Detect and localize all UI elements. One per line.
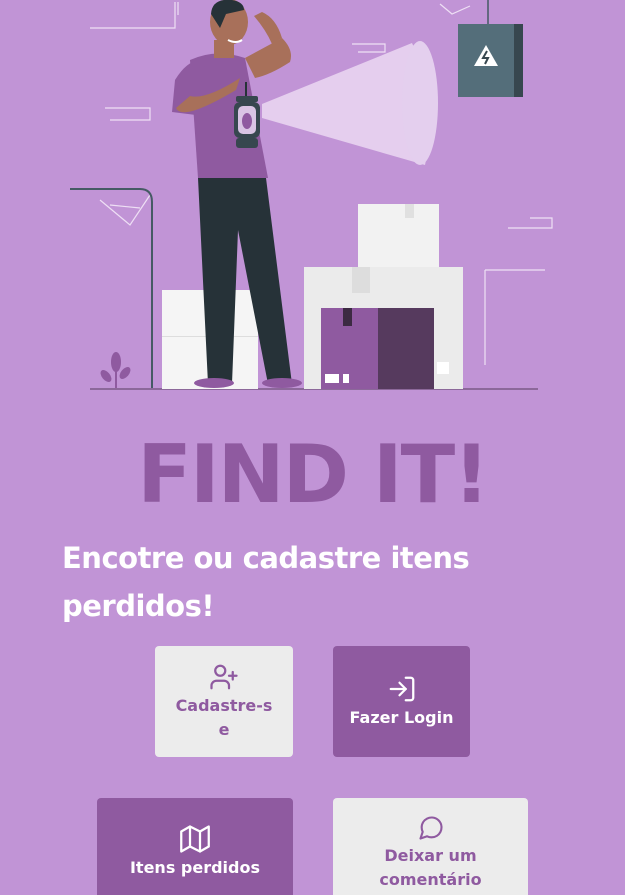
message-circle-icon bbox=[418, 816, 443, 840]
signup-label: Cadastre-se bbox=[175, 695, 273, 739]
app-title: FIND IT! bbox=[137, 428, 489, 521]
login-label: Fazer Login bbox=[349, 707, 454, 727]
tagline: Encotre ou cadastre itens perdidos! bbox=[62, 541, 470, 623]
signup-button[interactable]: Cadastre-se bbox=[155, 646, 293, 757]
map-icon bbox=[180, 825, 210, 853]
login-button[interactable]: Fazer Login bbox=[333, 646, 470, 757]
user-plus-icon bbox=[210, 664, 238, 689]
lost-items-label: Itens perdidos bbox=[129, 858, 261, 877]
lost-items-button[interactable]: Itens perdidos bbox=[97, 798, 293, 895]
man-with-lantern-illustration bbox=[70, 0, 553, 390]
leave-comment-button[interactable]: Deixar um comentário bbox=[333, 798, 528, 895]
login-icon bbox=[389, 676, 414, 701]
leave-comment-label: Deixar um comentário bbox=[379, 846, 482, 889]
